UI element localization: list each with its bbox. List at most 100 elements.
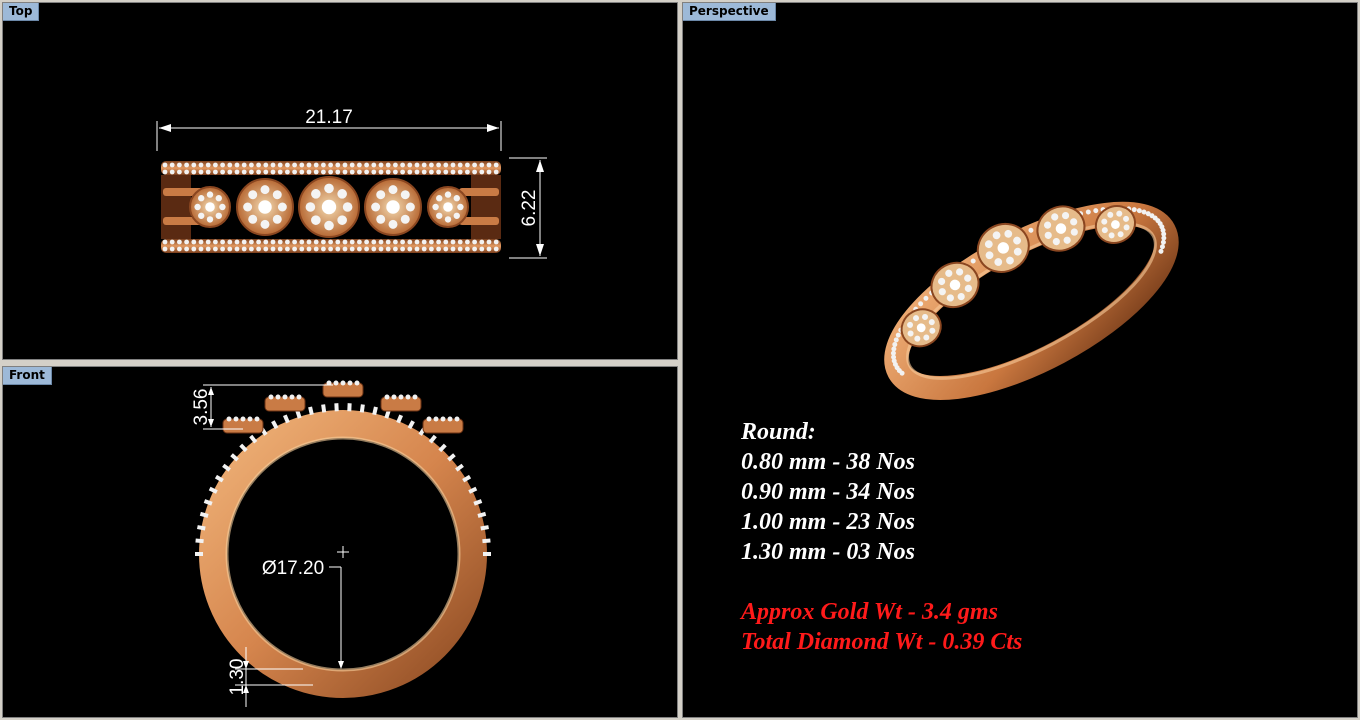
pave-diamond bbox=[457, 169, 463, 175]
pave-diamond bbox=[486, 246, 492, 252]
pave-diamond bbox=[378, 162, 384, 168]
pave-diamond bbox=[169, 239, 175, 245]
pave-diamond bbox=[393, 169, 398, 175]
pave-diamond bbox=[299, 246, 305, 252]
cluster-diamond bbox=[371, 202, 381, 212]
pave-diamond bbox=[465, 169, 470, 175]
pave-diamond bbox=[335, 239, 341, 245]
crown-diamond bbox=[391, 394, 397, 400]
cluster-diamond bbox=[248, 190, 258, 200]
pave-diamond bbox=[486, 169, 492, 175]
center-diamond bbox=[321, 199, 337, 215]
pave-diamond bbox=[277, 246, 283, 252]
pave-diamond bbox=[407, 239, 413, 245]
cluster-diamond bbox=[376, 214, 386, 224]
pave-diamond bbox=[195, 538, 204, 544]
pave-diamond bbox=[342, 239, 348, 245]
cluster-diamond bbox=[194, 203, 201, 211]
crown-diamond bbox=[354, 380, 360, 386]
cluster-diamond bbox=[260, 219, 270, 229]
pave-diamond bbox=[414, 246, 420, 252]
crown-diamond bbox=[426, 416, 432, 422]
pave-diamond bbox=[378, 169, 384, 175]
cluster-diamond bbox=[324, 220, 334, 231]
pave-diamond bbox=[328, 246, 333, 252]
pave-diamond bbox=[292, 239, 297, 245]
pave-diamond bbox=[385, 169, 391, 175]
pave-diamond bbox=[357, 169, 362, 175]
pave-diamond bbox=[299, 169, 305, 175]
cluster-diamond bbox=[453, 212, 460, 219]
pave-diamond bbox=[393, 246, 398, 252]
pave-diamond bbox=[385, 246, 391, 252]
pave-diamond bbox=[342, 162, 348, 168]
gold-weight: Approx Gold Wt - 3.4 gms bbox=[741, 599, 998, 625]
perspective-viewport[interactable]: Perspective Round: 0.80 mm - 38 Nos 0.90… bbox=[682, 2, 1358, 718]
pave-diamond bbox=[421, 246, 427, 252]
cluster-diamond bbox=[337, 215, 347, 225]
pave-diamond bbox=[263, 162, 269, 168]
pave-diamond bbox=[357, 239, 362, 245]
pave-diamond bbox=[177, 169, 182, 175]
pave-diamond bbox=[282, 414, 290, 424]
center-diamond bbox=[258, 200, 272, 214]
pave-diamond bbox=[335, 162, 341, 168]
pave-diamond bbox=[334, 403, 339, 412]
pave-diamond bbox=[443, 169, 449, 175]
pave-diamond bbox=[371, 169, 377, 175]
pave-diamond bbox=[313, 162, 319, 168]
cluster-diamond bbox=[219, 203, 226, 211]
pave-diamond bbox=[357, 162, 362, 168]
front-viewport[interactable]: Front 3.56 Ø17.20 1.30 bbox=[2, 366, 678, 718]
pave-diamond bbox=[205, 239, 211, 245]
pave-diamond bbox=[359, 404, 365, 413]
cluster-diamond bbox=[376, 190, 386, 200]
cluster-diamond bbox=[215, 212, 222, 219]
cluster-diamond bbox=[215, 195, 222, 202]
pave-diamond bbox=[483, 552, 491, 556]
pave-diamond bbox=[227, 169, 233, 175]
pave-diamond bbox=[241, 162, 247, 168]
pave-diamond bbox=[270, 246, 276, 252]
cluster-diamond bbox=[272, 190, 282, 200]
pave-diamond bbox=[220, 169, 226, 175]
cluster-diamond bbox=[198, 195, 205, 202]
pave-diamond bbox=[277, 162, 283, 168]
top-viewport[interactable]: Top 21.17 6.22 bbox=[2, 2, 678, 360]
crown-diamond bbox=[340, 380, 346, 386]
pave-diamond bbox=[213, 169, 218, 175]
pave-diamond bbox=[342, 169, 348, 175]
crown-diamond bbox=[333, 380, 339, 386]
pave-diamond bbox=[328, 162, 333, 168]
pave-diamond bbox=[249, 246, 254, 252]
pave-diamond bbox=[342, 246, 348, 252]
cluster-diamond bbox=[342, 202, 353, 212]
pave-diamond bbox=[299, 162, 305, 168]
crown-diamond bbox=[268, 394, 274, 400]
pave-diamond bbox=[195, 552, 203, 556]
cluster-diamond bbox=[444, 216, 452, 223]
pave-diamond bbox=[372, 406, 378, 416]
pave-diamond bbox=[385, 162, 391, 168]
pave-diamond bbox=[162, 169, 168, 175]
pave-diamond bbox=[400, 246, 405, 252]
pave-diamond bbox=[486, 239, 492, 245]
pave-diamond bbox=[227, 162, 233, 168]
pave-diamond bbox=[198, 239, 204, 245]
pave-diamond bbox=[177, 162, 182, 168]
cluster-diamond bbox=[272, 214, 282, 224]
pave-diamond bbox=[349, 162, 355, 168]
pave-diamond bbox=[457, 246, 463, 252]
pave-diamond bbox=[493, 246, 499, 252]
ring-front-view bbox=[195, 380, 491, 698]
cluster-diamond bbox=[400, 214, 410, 224]
pave-diamond bbox=[184, 246, 190, 252]
pave-diamond bbox=[249, 239, 254, 245]
pave-diamond bbox=[234, 169, 240, 175]
cluster-diamond bbox=[260, 185, 270, 195]
top-view-drawing: 21.17 6.22 bbox=[156, 107, 547, 259]
pave-diamond bbox=[479, 239, 485, 245]
pave-diamond bbox=[472, 239, 477, 245]
pave-diamond bbox=[220, 162, 226, 168]
crown-diamond bbox=[398, 394, 404, 400]
